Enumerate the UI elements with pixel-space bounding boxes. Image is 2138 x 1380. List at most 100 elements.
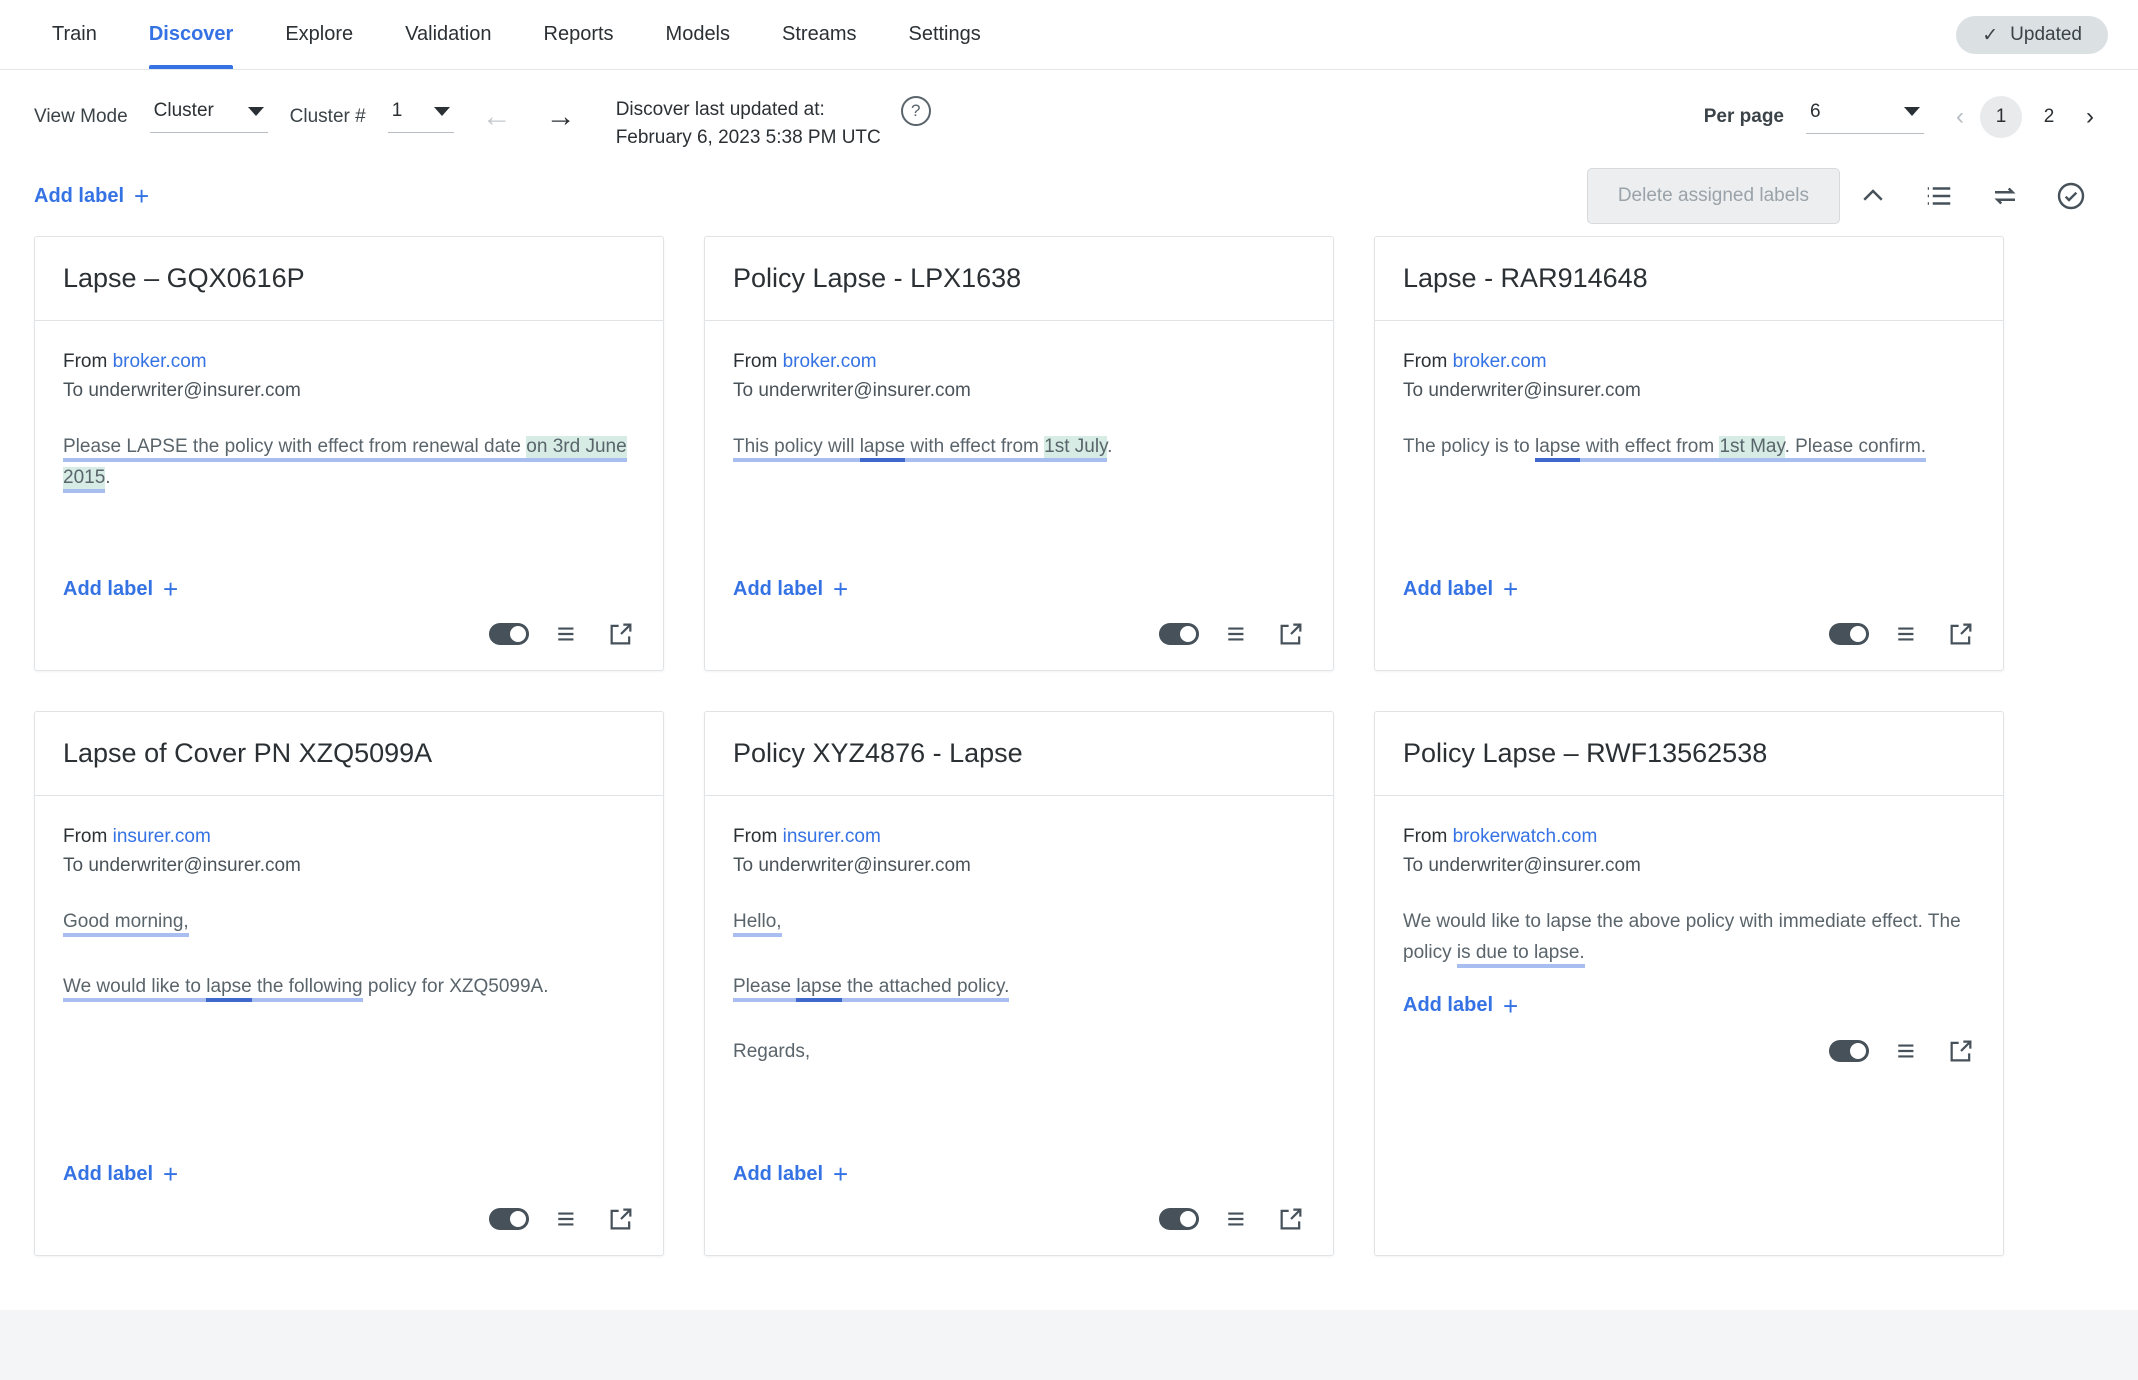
chevron-right-icon[interactable]: › [2076, 105, 2104, 129]
recipient-line: To underwriter@insurer.com [1403, 380, 1641, 402]
nav-tab-explore[interactable]: Explore [259, 0, 379, 69]
sender-domain-link[interactable]: brokerwatch.com [1453, 826, 1598, 847]
card-add-label-wrap: Add label + [705, 1137, 1333, 1187]
list-icon[interactable] [1906, 181, 1972, 211]
card-header: Lapse - RAR914648 [1375, 237, 2003, 321]
recipient-line: To underwriter@insurer.com [63, 855, 301, 877]
add-label-button[interactable]: Add label + [63, 1161, 178, 1187]
add-label-button-global[interactable]: Add label + [34, 183, 149, 209]
list-lines-icon[interactable] [1225, 1206, 1251, 1232]
recipient-line: To underwriter@insurer.com [733, 855, 971, 877]
check-circle-icon[interactable] [2038, 180, 2104, 212]
add-label-text: Add label [34, 184, 125, 207]
from-label: From [63, 826, 108, 847]
chevron-up-icon[interactable] [1840, 181, 1906, 211]
add-label-text: Add label [733, 1162, 824, 1185]
top-navigation: Train Discover Explore Validation Report… [0, 0, 2138, 70]
arrow-right-icon[interactable]: → [540, 101, 582, 132]
card-footer [35, 602, 663, 670]
card-footer [35, 1187, 663, 1255]
toggle-switch[interactable] [489, 623, 529, 645]
paragraph: Please lapse the attached policy. [733, 972, 1305, 1003]
add-label-button[interactable]: Add label + [733, 1161, 848, 1187]
highlight-underline: Please [733, 975, 797, 1002]
toolbar-actions: Delete assigned labels [1586, 156, 2104, 236]
external-link-icon[interactable] [607, 1205, 635, 1233]
pagination-controls: Per page 6 ‹ 1 2 › [1704, 96, 2104, 138]
plus-icon: + [163, 1159, 179, 1189]
email-card[interactable]: Lapse – GQX0616P From broker.com To unde… [34, 236, 664, 671]
swap-arrows-icon[interactable] [1972, 181, 2038, 211]
email-card[interactable]: Policy Lapse - LPX1638 From broker.com T… [704, 236, 1334, 671]
card-paragraphs: The policy is to lapse with effect from … [1403, 432, 1975, 463]
nav-tab-discover[interactable]: Discover [123, 0, 260, 69]
chevron-down-icon [247, 106, 264, 116]
from-label: From [733, 826, 778, 847]
sender-domain-link[interactable]: broker.com [783, 351, 877, 372]
card-title: Policy Lapse – RWF13562538 [1403, 738, 1768, 768]
email-card[interactable]: Lapse of Cover PN XZQ5099A From insurer.… [34, 711, 664, 1256]
sender-domain-link[interactable]: broker.com [1453, 351, 1547, 372]
entity-highlight: 1st May [1719, 435, 1785, 462]
toggle-switch[interactable] [1829, 1039, 1869, 1062]
external-link-icon[interactable] [1277, 620, 1305, 648]
toggle-switch[interactable] [1829, 623, 1869, 645]
email-card[interactable]: Lapse - RAR914648 From broker.com To und… [1374, 236, 2004, 671]
card-footer [705, 602, 1333, 670]
card-paragraphs: We would like to lapse the above policy … [1403, 907, 1975, 969]
paragraph: Regards, [733, 1037, 1305, 1068]
add-label-button[interactable]: Add label + [1403, 993, 1518, 1019]
list-lines-icon[interactable] [1895, 621, 1921, 647]
add-label-button[interactable]: Add label + [733, 576, 848, 602]
add-label-button[interactable]: Add label + [63, 576, 178, 602]
nav-tab-train[interactable]: Train [26, 0, 123, 69]
list-lines-icon[interactable] [1895, 1038, 1921, 1064]
page-button-2[interactable]: 2 [2028, 96, 2070, 138]
list-lines-icon[interactable] [555, 621, 581, 647]
status-badge-updated[interactable]: ✓ Updated [1956, 16, 2108, 54]
view-mode-select[interactable]: Cluster [149, 100, 268, 133]
card-header: Lapse of Cover PN XZQ5099A [35, 712, 663, 796]
delete-assigned-labels-button[interactable]: Delete assigned labels [1586, 168, 1840, 224]
list-lines-icon[interactable] [555, 1206, 581, 1232]
external-link-icon[interactable] [607, 620, 635, 648]
add-label-text: Add label [1403, 577, 1494, 600]
highlight-underline: the attached policy. [841, 975, 1010, 1002]
toggle-switch[interactable] [1159, 1208, 1199, 1230]
page-button-1[interactable]: 1 [1980, 96, 2022, 138]
sender-domain-link[interactable]: insurer.com [783, 826, 881, 847]
nav-tab-models[interactable]: Models [640, 0, 756, 69]
nav-tab-reports[interactable]: Reports [518, 0, 640, 69]
nav-tab-settings[interactable]: Settings [882, 0, 1006, 69]
plain-text: Regards, [733, 1040, 811, 1062]
sender-domain-link[interactable]: insurer.com [113, 826, 211, 847]
highlight-underline-strong: lapse [859, 435, 906, 462]
toggle-switch[interactable] [489, 1208, 529, 1230]
plain-text: policy for XZQ5099A. [362, 975, 549, 997]
external-link-icon[interactable] [1947, 620, 1975, 648]
page-background-bottom [0, 1310, 2138, 1380]
card-paragraphs: This policy will lapse with effect from … [733, 432, 1305, 463]
external-link-icon[interactable] [1277, 1205, 1305, 1233]
per-page-select[interactable]: 6 [1806, 101, 1924, 134]
recipient-line: To underwriter@insurer.com [63, 380, 301, 402]
sender-domain-link[interactable]: broker.com [113, 351, 207, 372]
chevron-left-icon[interactable]: ‹ [1946, 105, 1974, 129]
app-root: Train Discover Explore Validation Report… [0, 0, 2138, 1380]
list-lines-icon[interactable] [1225, 621, 1251, 647]
nav-tab-validation[interactable]: Validation [379, 0, 517, 69]
cluster-number-select[interactable]: 1 [387, 100, 454, 133]
nav-tab-streams[interactable]: Streams [756, 0, 882, 69]
external-link-icon[interactable] [1947, 1037, 1975, 1065]
card-body: From broker.com To underwriter@insurer.c… [1375, 321, 2003, 552]
add-label-button[interactable]: Add label + [1403, 576, 1518, 602]
highlight-underline: with effect from [905, 435, 1045, 462]
paragraph: Hello, [733, 907, 1305, 938]
question-mark-icon[interactable]: ? [900, 96, 931, 126]
paragraph: We would like to lapse the above policy … [1403, 907, 1975, 969]
paragraph: This policy will lapse with effect from … [733, 432, 1305, 463]
email-card[interactable]: Policy XYZ4876 - Lapse From insurer.com … [704, 711, 1334, 1256]
arrow-left-icon[interactable]: ← [476, 101, 518, 132]
email-card[interactable]: Policy Lapse – RWF13562538 From brokerwa… [1374, 711, 2004, 1256]
toggle-switch[interactable] [1159, 623, 1199, 645]
